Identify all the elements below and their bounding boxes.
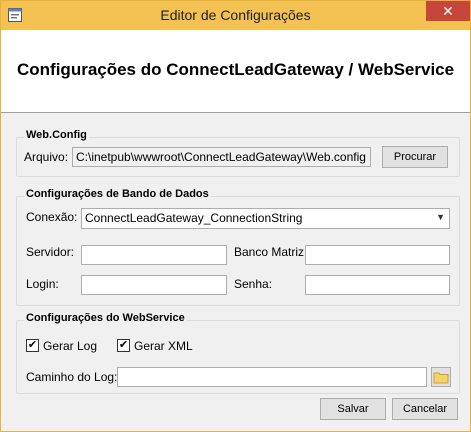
- login-label: Login:: [26, 277, 59, 291]
- procurar-button[interactable]: Procurar: [382, 146, 448, 168]
- webservice-group: Configurações do WebService ✔ Gerar Log …: [16, 312, 460, 394]
- header-panel: Configurações do ConnectLeadGateway / We…: [1, 30, 470, 113]
- servidor-label: Servidor:: [26, 245, 75, 259]
- arquivo-field[interactable]: C:\inetpub\wwwroot\ConnectLeadGateway\We…: [72, 147, 371, 167]
- window-title: Editor de Configurações: [160, 7, 311, 23]
- close-button[interactable]: ✕: [426, 1, 470, 21]
- arquivo-label: Arquivo:: [24, 150, 69, 164]
- gerar-log-checkbox[interactable]: ✔: [26, 339, 39, 352]
- webconfig-legend: Web.Config: [24, 129, 89, 141]
- database-group: Configurações de Bando de Dados Conexão:…: [16, 188, 460, 306]
- gerar-xml-checkbox[interactable]: ✔: [117, 339, 130, 352]
- senha-label: Senha:: [234, 277, 273, 291]
- chevron-down-icon: ▼: [436, 212, 445, 222]
- banco-matriz-label: Banco Matriz:: [234, 245, 308, 259]
- config-editor-window: Editor de Configurações ✕ Configurações …: [0, 0, 471, 432]
- caminho-log-input[interactable]: [117, 367, 427, 387]
- conexao-select[interactable]: ConnectLeadGateway_ConnectionString ▼: [81, 208, 450, 229]
- senha-input[interactable]: [305, 275, 450, 295]
- conexao-label: Conexão:: [26, 210, 78, 224]
- webconfig-group: Web.Config Arquivo: C:\inetpub\wwwroot\C…: [16, 129, 460, 177]
- servidor-input[interactable]: [81, 245, 227, 265]
- login-input[interactable]: [81, 275, 227, 295]
- page-title: Configurações do ConnectLeadGateway / We…: [17, 60, 455, 79]
- title-bar[interactable]: Editor de Configurações ✕: [1, 1, 470, 30]
- caminho-log-label: Caminho do Log:: [26, 370, 118, 384]
- gerar-xml-label: Gerar XML: [134, 339, 193, 353]
- cancelar-button[interactable]: Cancelar: [392, 398, 458, 420]
- banco-matriz-input[interactable]: [305, 245, 450, 265]
- database-legend: Configurações de Bando de Dados: [24, 188, 211, 200]
- browse-folder-button[interactable]: [431, 367, 451, 387]
- folder-icon: [433, 372, 449, 384]
- webservice-legend: Configurações do WebService: [24, 312, 187, 324]
- gerar-log-label: Gerar Log: [43, 339, 98, 353]
- conexao-value: ConnectLeadGateway_ConnectionString: [85, 211, 303, 225]
- salvar-button[interactable]: Salvar: [320, 398, 386, 420]
